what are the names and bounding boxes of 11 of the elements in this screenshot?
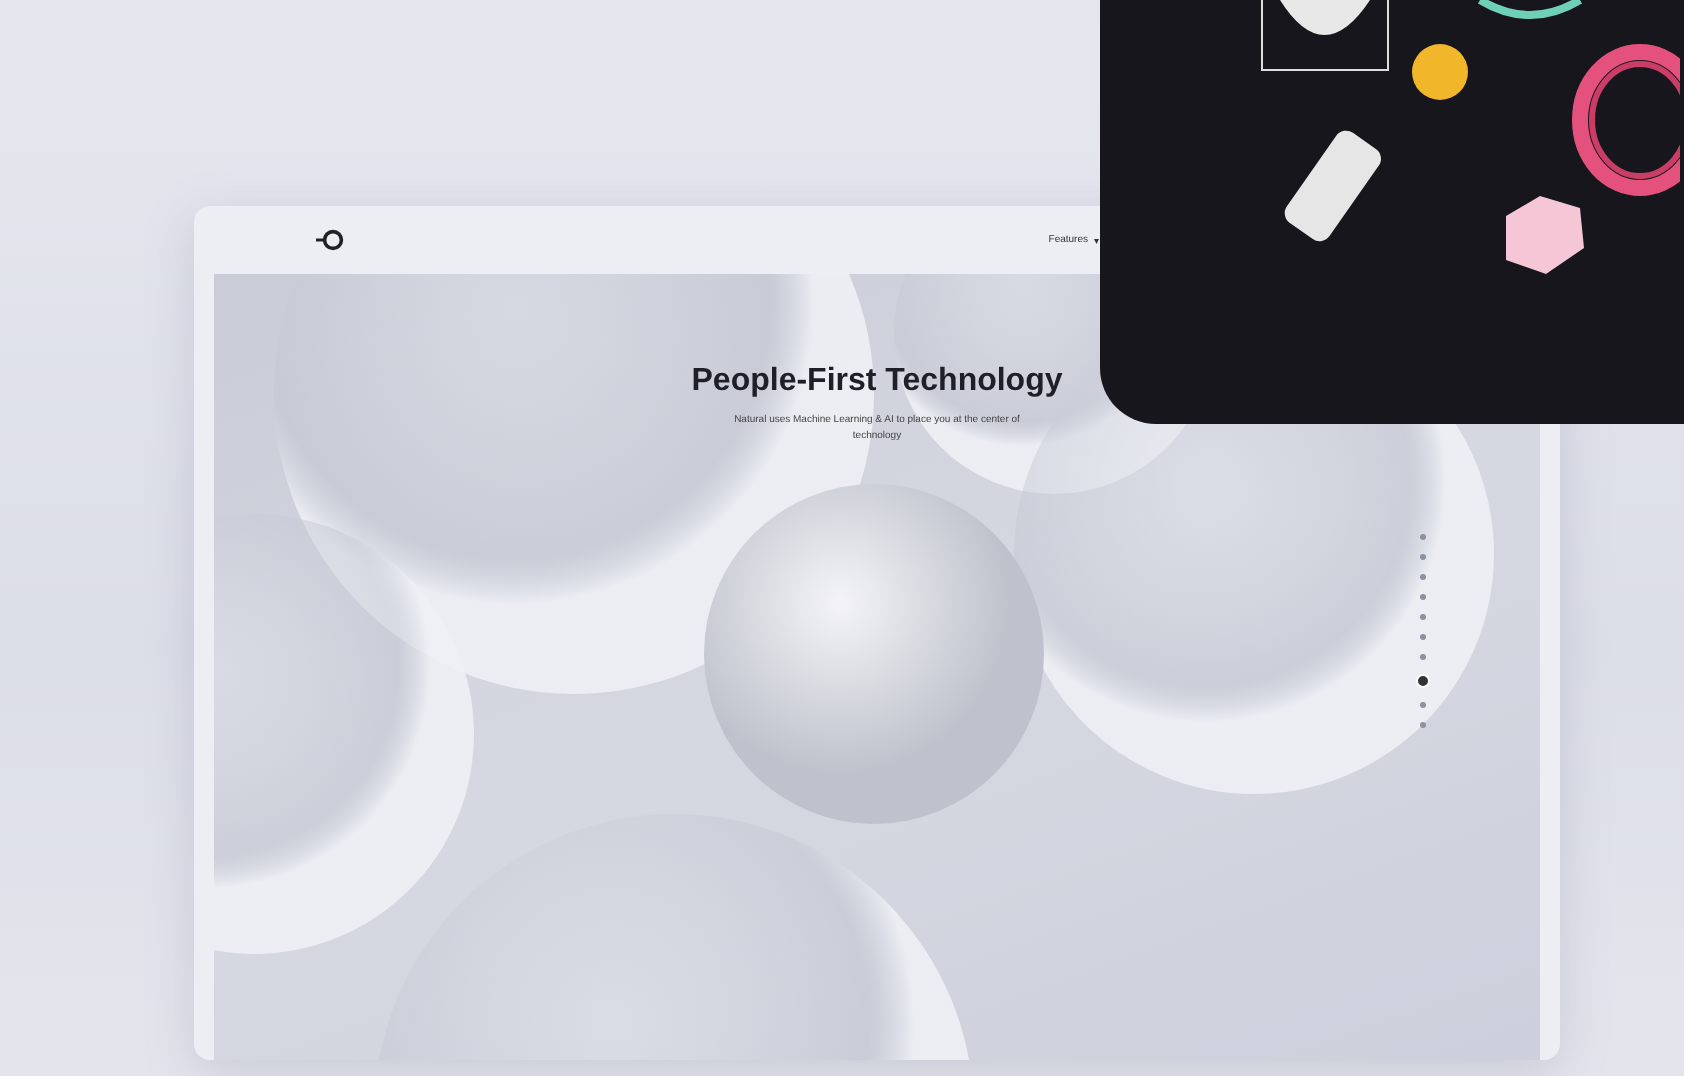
logo-icon: [314, 228, 346, 252]
slide-dot[interactable]: [1420, 574, 1426, 580]
slide-dot[interactable]: [1420, 554, 1426, 560]
slide-dot[interactable]: [1420, 722, 1426, 728]
slide-dot[interactable]: [1420, 634, 1426, 640]
slide-dot[interactable]: [1420, 654, 1426, 660]
slide-dot[interactable]: [1420, 594, 1426, 600]
slide-dot[interactable]: [1420, 534, 1426, 540]
hero-title: People-First Technology: [691, 364, 1063, 400]
slide-dot[interactable]: [1420, 614, 1426, 620]
slide-dot[interactable]: [1420, 702, 1426, 708]
